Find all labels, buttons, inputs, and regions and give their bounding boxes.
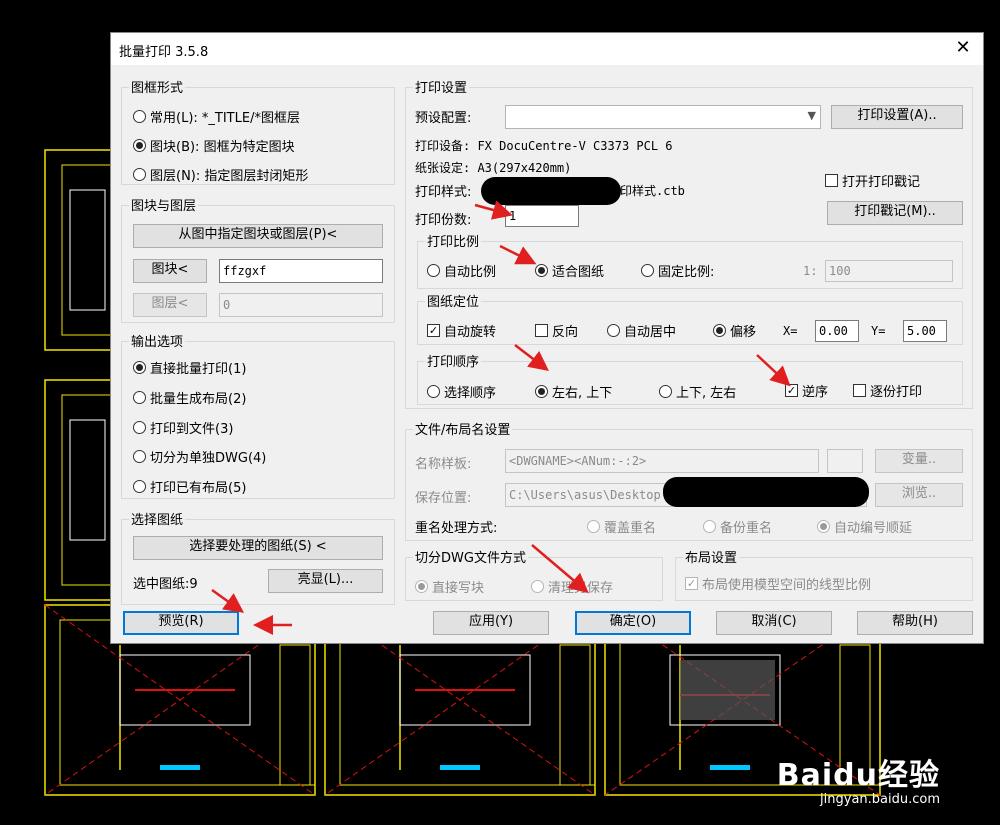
arrow-to-selected-count [211,588,245,613]
screen: Baidu经验 jingyan.baidu.com 批量打印 3.5.8 ✕ 图… [0,0,1000,825]
arrow-to-fit-paper [499,244,537,265]
arrow-to-reverse-order [756,354,791,387]
arrow-to-copies [474,200,513,220]
annotation-arrows [211,200,791,635]
arrow-to-ok [531,544,589,594]
arrow-to-left-right [514,344,549,372]
